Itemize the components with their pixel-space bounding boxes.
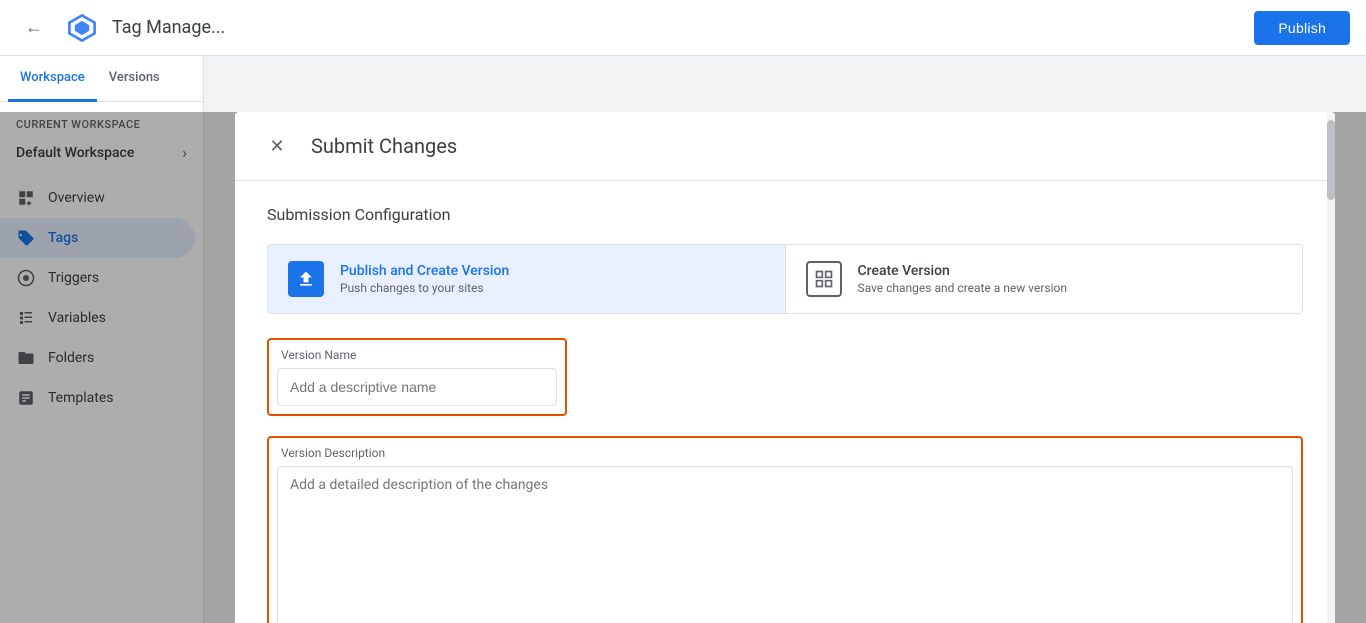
dialog-header: ✕ Submit Changes [235, 112, 1335, 181]
version-name-wrapper: Version Name [267, 338, 567, 416]
submission-config-title: Submission Configuration [267, 205, 1303, 224]
version-description-wrapper: Version Description [267, 436, 1303, 623]
close-icon: ✕ [269, 136, 284, 157]
publish-button[interactable]: Publish [1254, 11, 1350, 45]
create-card-text: Create Version Save changes and create a… [858, 263, 1067, 295]
option-cards: Publish and Create Version Push changes … [267, 244, 1303, 314]
option-create-card[interactable]: Create Version Save changes and create a… [785, 245, 1303, 313]
publish-card-icon [288, 261, 324, 297]
top-bar: ← Tag Manage... Publish [0, 0, 1366, 56]
main-area: Workspace Versions CURRENT WORKSPACE Def… [0, 56, 1366, 623]
version-name-input[interactable] [277, 368, 557, 406]
publish-card-text: Publish and Create Version Push changes … [340, 263, 509, 295]
option-publish-card[interactable]: Publish and Create Version Push changes … [268, 245, 785, 313]
sidebar-tabs: Workspace Versions [0, 56, 203, 102]
top-bar-left: ← Tag Manage... [16, 10, 225, 46]
create-card-subtitle: Save changes and create a new version [858, 281, 1067, 295]
dialog-close-button[interactable]: ✕ [259, 128, 295, 164]
scrollbar-thumb [1327, 120, 1335, 200]
version-description-label: Version Description [277, 446, 1293, 460]
create-card-title: Create Version [858, 263, 1067, 279]
back-button[interactable]: ← [16, 10, 52, 46]
publish-card-title: Publish and Create Version [340, 263, 509, 279]
publish-card-subtitle: Push changes to your sites [340, 281, 509, 295]
version-description-textarea[interactable] [277, 466, 1293, 623]
create-card-icon [806, 261, 842, 297]
tab-versions[interactable]: Versions [97, 56, 172, 102]
dialog-backdrop: ✕ Submit Changes Submission Configuratio… [0, 112, 1366, 623]
dialog-body: Submission Configuration Publish and Cre… [235, 181, 1335, 623]
version-name-label: Version Name [277, 348, 557, 362]
tab-workspace[interactable]: Workspace [8, 56, 97, 102]
top-bar-right: Publish [1254, 11, 1350, 45]
dialog-scrollbar[interactable] [1327, 112, 1335, 623]
dialog-title: Submit Changes [311, 134, 457, 158]
submit-changes-dialog: ✕ Submit Changes Submission Configuratio… [235, 112, 1335, 623]
brand-logo [64, 10, 100, 46]
app-name: Tag Manage... [112, 17, 225, 38]
back-icon: ← [25, 17, 43, 38]
